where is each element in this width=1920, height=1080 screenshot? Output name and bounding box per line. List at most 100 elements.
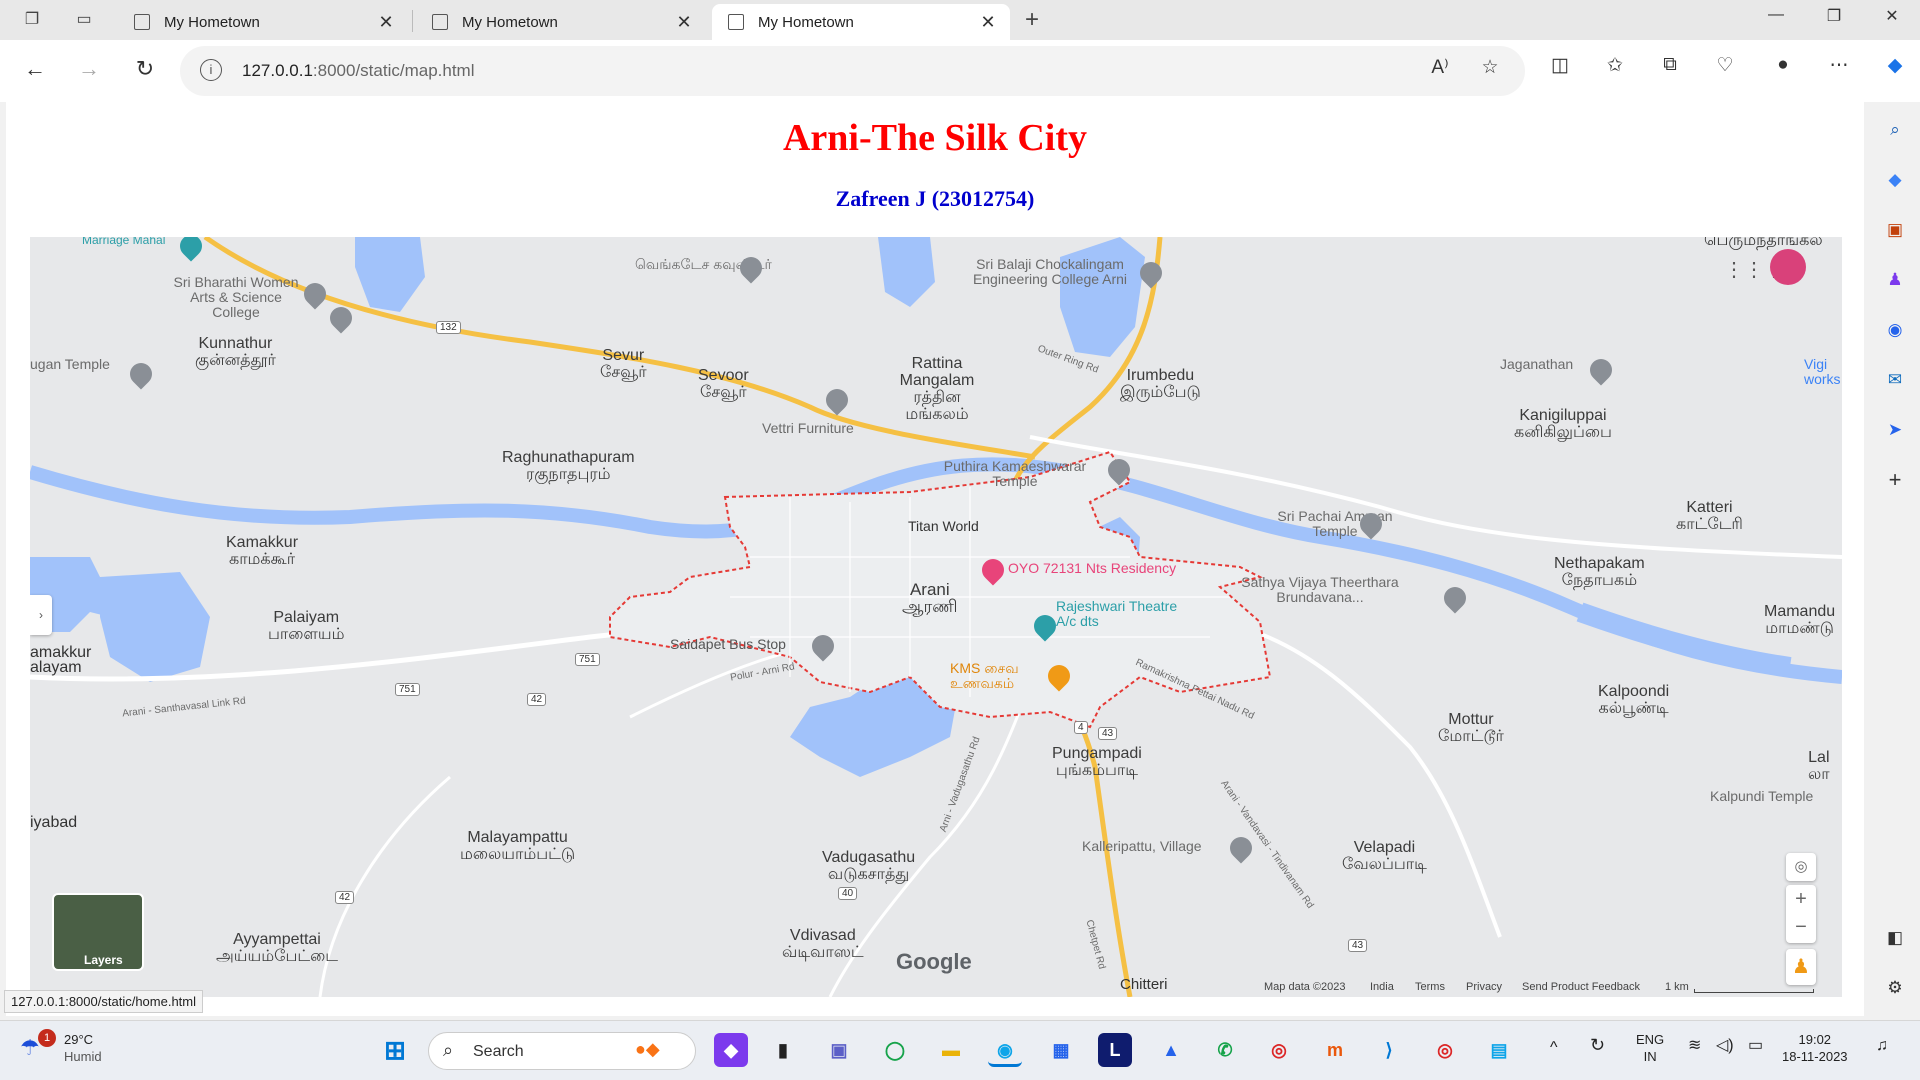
artix-icon[interactable]: ▲ [1154, 1033, 1188, 1067]
notifications-icon[interactable]: ♫ [1876, 1037, 1888, 1054]
back-icon[interactable]: ← [20, 56, 50, 82]
town-label: Mottur மோட்டூர் [1438, 711, 1504, 745]
town-name: Vadugasathu [822, 849, 916, 866]
profile-icon[interactable]: ● [1768, 54, 1798, 76]
forward-icon[interactable]: → [74, 56, 104, 82]
weather-desc: Humid [64, 1049, 102, 1064]
sidebar-toggle-icon[interactable]: ◧ [1883, 926, 1907, 950]
page-icon [728, 14, 744, 30]
pegman-icon[interactable]: ♟ [1786, 949, 1816, 985]
wifi-icon[interactable]: ≋ [1688, 1037, 1701, 1054]
zoom-in-button[interactable]: + [1786, 885, 1816, 914]
tag-icon[interactable]: ◆ [1883, 168, 1907, 192]
tab-3-active[interactable]: My Hometown ✕ [712, 4, 1010, 40]
feedback-link[interactable]: Send Product Feedback [1522, 981, 1640, 993]
task-view-icon[interactable]: ▮ [766, 1033, 800, 1067]
page-icon [134, 14, 150, 30]
poi-label: Rajeshwari Theatre A/c dts [1056, 598, 1178, 629]
taskbar-search[interactable]: ⌕ Search ●◆ [428, 1032, 696, 1070]
workspaces-icon[interactable]: ❐ [20, 8, 44, 32]
battery-icon[interactable]: ▭ [1748, 1037, 1763, 1054]
road-shield: 40 [838, 887, 858, 900]
attribution[interactable]: India [1370, 981, 1394, 993]
outlook-icon[interactable]: ✉ [1883, 368, 1907, 392]
search-icon[interactable]: ⌕ [1883, 118, 1907, 142]
town-name-tamil: மோட்டூர் [1438, 728, 1504, 745]
start-icon[interactable]: ⊞ [378, 1033, 412, 1067]
restore-icon[interactable]: ❐ [1820, 6, 1848, 26]
town-name: Palaiyam [273, 609, 340, 626]
town-name: Irumbedu [1126, 367, 1195, 384]
reload-icon[interactable]: ↻ [130, 56, 160, 82]
whatsapp-icon[interactable]: ✆ [1208, 1033, 1242, 1067]
google-map[interactable]: 132 751 751 42 42 4 43 40 43 Outer Ring … [30, 237, 1842, 997]
vscode-icon[interactable]: ⟩ [1372, 1033, 1406, 1067]
poi-label: Sri Bharathi Women Arts & Science Colleg… [173, 274, 299, 320]
address-bar: ← → ↻ i 127.0.0.1:8000/static/map.html A… [0, 40, 1920, 102]
tab-actions-icon[interactable]: ▭ [72, 8, 96, 32]
file-explorer-icon[interactable]: ▬ [934, 1033, 968, 1067]
cortana-icon[interactable]: ◯ [878, 1033, 912, 1067]
poi-label: Chitteri [1120, 976, 1168, 993]
teams-icon[interactable]: ▣ [822, 1033, 856, 1067]
tab-title: My Hometown [758, 13, 854, 31]
avatar[interactable] [1770, 249, 1806, 285]
more-icon[interactable]: ⋯ [1824, 54, 1854, 77]
site-info-icon[interactable]: i [200, 59, 222, 81]
weather-widget[interactable]: 29°C Humid [64, 1031, 102, 1065]
language-indicator[interactable]: ENG IN [1636, 1031, 1664, 1065]
volume-icon[interactable]: ◁) [1716, 1037, 1734, 1054]
town-name-tamil: வடுகசாத்து [827, 866, 910, 883]
office-icon[interactable]: ◉ [1883, 318, 1907, 342]
zoom-out-button[interactable]: − [1786, 914, 1816, 943]
clock[interactable]: 19:02 18-11-2023 [1782, 1031, 1848, 1065]
read-aloud-icon[interactable]: A⁾ [1425, 56, 1455, 79]
town-label: Kunnathur குன்னத்தூர் [195, 335, 276, 369]
copilot-icon[interactable]: ◆ [1880, 54, 1910, 77]
town-name: Lal [1808, 749, 1830, 766]
show-hidden-icons[interactable]: ^ [1550, 1039, 1558, 1056]
privacy-link[interactable]: Privacy [1466, 981, 1502, 993]
town-name: Mamandu [1764, 603, 1836, 620]
tab-1[interactable]: My Hometown ✕ [118, 4, 408, 40]
games-icon[interactable]: ♟ [1883, 268, 1907, 292]
collections-icon[interactable]: ⧉ [1655, 54, 1685, 76]
favorites-icon[interactable]: ✩ [1600, 54, 1630, 77]
toolbox-icon[interactable]: ▣ [1883, 218, 1907, 242]
minimize-icon[interactable]: — [1762, 6, 1790, 24]
town-name: Kunnathur [198, 335, 273, 352]
chrome-icon[interactable]: ◎ [1262, 1033, 1296, 1067]
close-icon[interactable]: ✕ [978, 12, 998, 33]
store-icon[interactable]: ▦ [1044, 1033, 1078, 1067]
add-icon[interactable]: + [1883, 468, 1907, 492]
time: 19:02 [1798, 1032, 1832, 1047]
window-close-icon[interactable]: ✕ [1878, 6, 1906, 26]
poi-label: iyabad [30, 814, 78, 831]
tab-2[interactable]: My Hometown ✕ [416, 4, 706, 40]
performance-icon[interactable]: ♡ [1710, 54, 1740, 77]
copilot-app-icon[interactable]: ◆ [714, 1033, 748, 1067]
town-name-tamil: ரகுநாதபுரம் [526, 466, 611, 483]
scale-bar [1694, 989, 1814, 993]
town-name: Kanigiluppai [1519, 407, 1607, 424]
m-app-icon[interactable]: m [1318, 1033, 1352, 1067]
sync-icon[interactable]: ↻ [1590, 1036, 1605, 1054]
expand-panel-icon[interactable]: › [30, 595, 52, 635]
layers-button[interactable]: Layers [52, 893, 144, 971]
notepad-icon[interactable]: ▤ [1482, 1033, 1516, 1067]
close-icon[interactable]: ✕ [674, 12, 694, 33]
new-tab-icon[interactable]: + [1020, 8, 1044, 32]
my-location-icon[interactable]: ◎ [1786, 853, 1816, 881]
poi-label: Sri Balaji Chockalingam Engineering Coll… [972, 256, 1128, 287]
town-name-tamil: பாளையம் [268, 626, 345, 643]
chrome-profile-icon[interactable]: ◎ [1428, 1033, 1462, 1067]
settings-icon[interactable]: ⚙ [1883, 976, 1907, 1000]
split-screen-icon[interactable]: ◫ [1545, 54, 1575, 77]
l-app-icon[interactable]: L [1098, 1033, 1132, 1067]
url-field[interactable]: i 127.0.0.1:8000/static/map.html A⁾ ☆ [180, 46, 1525, 96]
close-icon[interactable]: ✕ [376, 12, 396, 33]
favorite-star-icon[interactable]: ☆ [1475, 56, 1505, 79]
send-icon[interactable]: ➤ [1883, 418, 1907, 442]
edge-icon[interactable]: ◉ [988, 1033, 1022, 1067]
terms-link[interactable]: Terms [1415, 981, 1445, 993]
